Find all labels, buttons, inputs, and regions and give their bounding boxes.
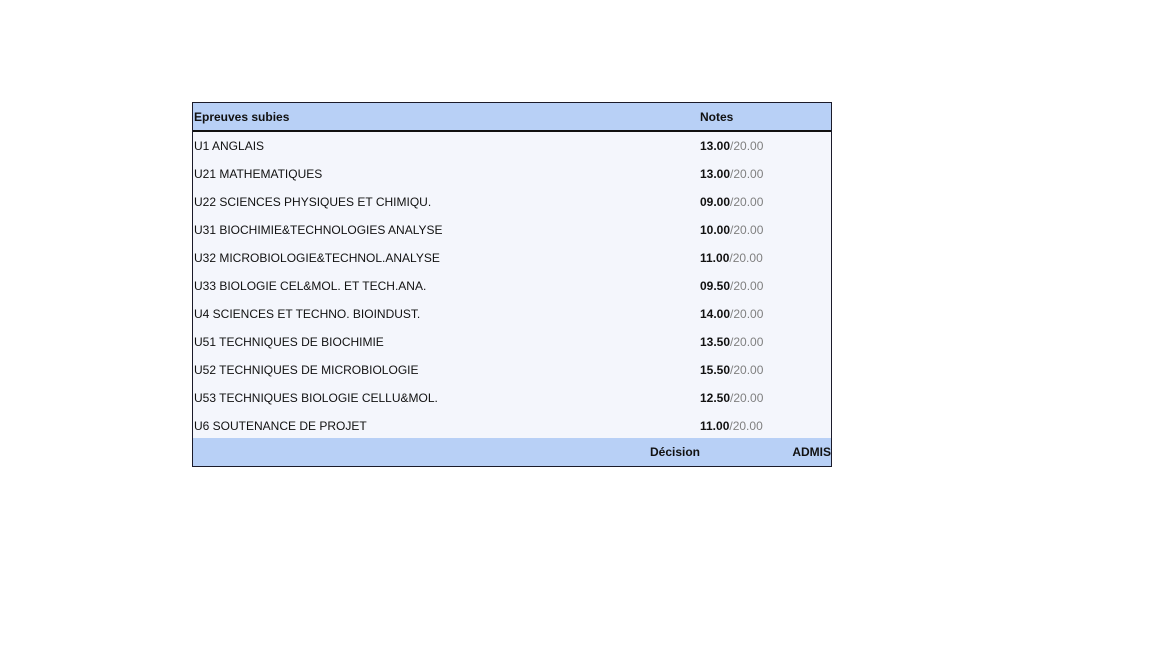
- grade-value: 10.00: [700, 223, 731, 237]
- decision-value: ADMIS: [792, 445, 831, 459]
- grade-max: /20.00: [730, 223, 764, 237]
- table-row: U32 MICROBIOLOGIE&TECHNOL.ANALYSE 11.00/2…: [193, 244, 831, 272]
- subject-name: U52 TECHNIQUES DE MICROBIOLOGIE: [194, 363, 419, 377]
- table-row: U1 ANGLAIS 13.00/20.00: [193, 132, 831, 160]
- subject-name: U32 MICROBIOLOGIE&TECHNOL.ANALYSE: [194, 251, 440, 265]
- grade-cell: 11.00/20.00: [700, 251, 831, 265]
- header-notes: Notes: [700, 109, 734, 124]
- grade-list: U1 ANGLAIS 13.00/20.00 U21 MATHEMATIQUES 13…: [193, 132, 831, 440]
- subject-name: U4 SCIENCES ET TECHNO. BIOINDUST.: [194, 307, 421, 321]
- header-epreuves: Epreuves subies: [194, 109, 290, 124]
- grade-value: 13.00: [700, 167, 731, 181]
- grade-cell: 09.00/20.00: [700, 195, 831, 209]
- decision-row: Décision ADMIS: [193, 438, 831, 466]
- grade-cell: 10.00/20.00: [700, 223, 831, 237]
- subject-name: U31 BIOCHIMIE&TECHNOLOGIES ANALYSE: [194, 223, 443, 237]
- subject-name: U21 MATHEMATIQUES: [194, 167, 323, 181]
- table-header: Epreuves subies Notes: [193, 103, 831, 132]
- decision-label: Décision: [650, 445, 701, 459]
- table-row: U31 BIOCHIMIE&TECHNOLOGIES ANALYSE 10.00/…: [193, 216, 831, 244]
- grade-max: /20.00: [730, 279, 764, 293]
- grade-max: /20.00: [730, 167, 764, 181]
- grade-max: /20.00: [730, 335, 764, 349]
- subject-name: U22 SCIENCES PHYSIQUES ET CHIMIQU.: [194, 195, 432, 209]
- table-row: U21 MATHEMATIQUES 13.00/20.00: [193, 160, 831, 188]
- grade-value: 13.50: [700, 335, 731, 349]
- grade-value: 09.00: [700, 195, 731, 209]
- grade-cell: 09.50/20.00: [700, 279, 831, 293]
- grade-max: /20.00: [730, 139, 764, 153]
- grade-max: /20.00: [729, 419, 763, 433]
- grade-cell: 14.00/20.00: [700, 307, 831, 321]
- grade-max: /20.00: [730, 363, 764, 377]
- subject-name: U1 ANGLAIS: [194, 139, 265, 153]
- grade-value: 11.00: [700, 419, 730, 433]
- grade-cell: 15.50/20.00: [700, 363, 831, 377]
- table-row: U22 SCIENCES PHYSIQUES ET CHIMIQU. 09.00/…: [193, 188, 831, 216]
- grade-value: 13.00: [700, 139, 731, 153]
- table-row: U52 TECHNIQUES DE MICROBIOLOGIE 15.50/20.…: [193, 356, 831, 384]
- grade-cell: 13.00/20.00: [700, 167, 831, 181]
- grade-value: 12.50: [700, 391, 731, 405]
- grade-max: /20.00: [730, 195, 764, 209]
- subject-name: U51 TECHNIQUES DE BIOCHIMIE: [194, 335, 384, 349]
- table-row: U33 BIOLOGIE CEL&MOL. ET TECH.ANA. 09.50/…: [193, 272, 831, 300]
- subject-name: U6 SOUTENANCE DE PROJET: [194, 419, 367, 433]
- grade-max: /20.00: [730, 391, 764, 405]
- grade-cell: 11.00/20.00: [700, 419, 831, 433]
- subject-name: U53 TECHNIQUES BIOLOGIE CELLU&MOL.: [194, 391, 438, 405]
- grade-cell: 13.50/20.00: [700, 335, 831, 349]
- table-row: U53 TECHNIQUES BIOLOGIE CELLU&MOL. 12.50/…: [193, 384, 831, 412]
- subject-name: U33 BIOLOGIE CEL&MOL. ET TECH.ANA.: [194, 279, 427, 293]
- table-row: U6 SOUTENANCE DE PROJET 11.00/20.00: [193, 412, 831, 440]
- grade-max: /20.00: [730, 307, 764, 321]
- grade-cell: 12.50/20.00: [700, 391, 831, 405]
- grade-value: 14.00: [700, 307, 731, 321]
- exam-results-table: Epreuves subies Notes U1 ANGLAIS 13.00/20…: [192, 102, 832, 467]
- grade-cell: 13.00/20.00: [700, 139, 831, 153]
- table-row: U4 SCIENCES ET TECHNO. BIOINDUST. 14.00/2…: [193, 300, 831, 328]
- grade-value: 11.00: [700, 251, 730, 265]
- table-row: U51 TECHNIQUES DE BIOCHIMIE 13.50/20.00: [193, 328, 831, 356]
- grade-value: 09.50: [700, 279, 731, 293]
- grade-value: 15.50: [700, 363, 731, 377]
- grade-max: /20.00: [729, 251, 763, 265]
